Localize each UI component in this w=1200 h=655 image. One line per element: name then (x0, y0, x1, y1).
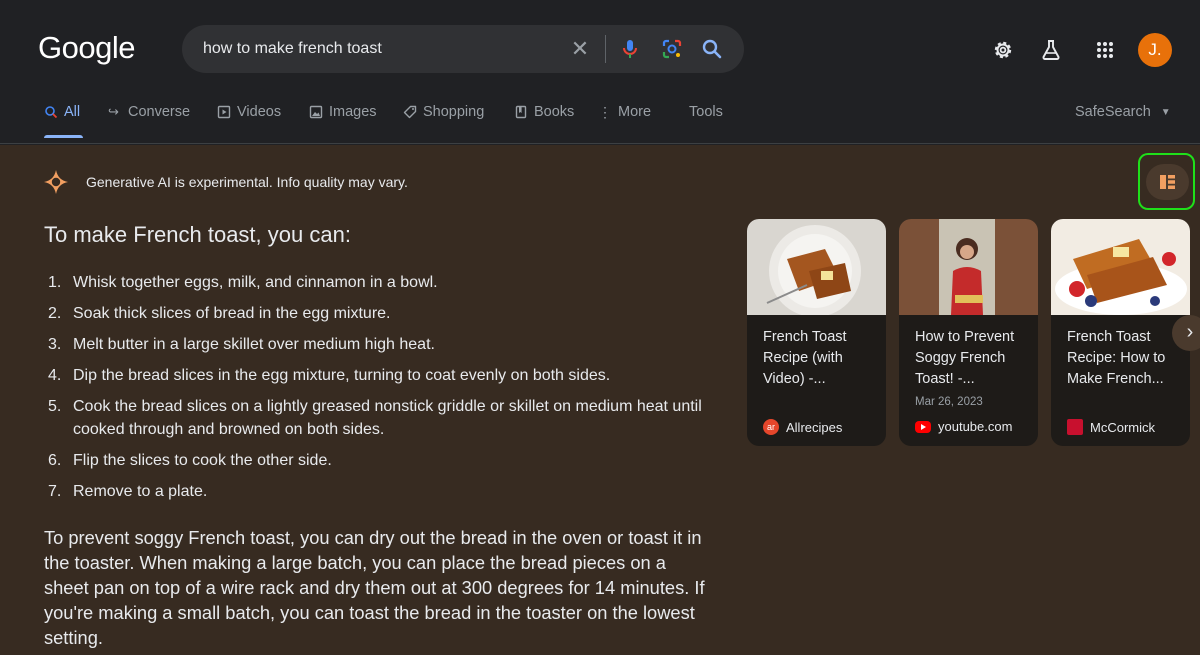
tab-label: Tools (689, 104, 723, 120)
source-card-mccormick[interactable]: French Toast Recipe: How to Make French.… (1051, 219, 1190, 446)
step-text: Remove to a plate. (73, 483, 208, 500)
step-text: Soak thick slices of bread in the egg mi… (73, 305, 391, 322)
account-avatar[interactable]: J. (1138, 33, 1172, 67)
step-text: Dip the bread slices in the egg mixture,… (73, 367, 611, 384)
ai-experimental-notice: Generative AI is experimental. Info qual… (86, 174, 408, 190)
french-toast-berries-image (1051, 219, 1190, 315)
tab-label: Converse (128, 104, 191, 120)
safesearch-label: SafeSearch (1075, 104, 1151, 120)
header: Google how to make french toast ✕ J. All… (0, 0, 1200, 144)
clear-icon[interactable]: ✕ (568, 37, 592, 61)
step-number: 1. (48, 274, 62, 291)
caret-down-icon: ▼ (1160, 106, 1171, 118)
search-tabs: All ↪ Converse Videos Images Shopping Bo… (0, 96, 1200, 144)
card-source-label: McCormick (1090, 419, 1155, 435)
tab-converse[interactable]: ↪ Converse (108, 104, 190, 120)
carousel-next-button[interactable]: › (1172, 315, 1200, 351)
source-card-allrecipes[interactable]: French Toast Recipe (with Video) -... ar… (747, 219, 886, 446)
steps-list: 1. Whisk together eggs, milk, and cinnamo… (44, 271, 709, 511)
source-card-youtube[interactable]: How to Prevent Soggy French Toast! -... … (899, 219, 1038, 446)
tab-videos[interactable]: Videos (217, 104, 281, 120)
converse-arrow-icon: ↪ (108, 104, 119, 119)
labs-flask-icon[interactable] (1039, 38, 1063, 62)
video-icon (217, 105, 231, 119)
search-input[interactable]: how to make french toast (203, 40, 382, 58)
youtube-logo-icon (915, 420, 931, 433)
list-item: 1. Whisk together eggs, milk, and cinnamo… (44, 271, 709, 294)
mccormick-logo-icon (1067, 419, 1083, 435)
tab-books[interactable]: Books (514, 104, 574, 120)
step-text: Whisk together eggs, milk, and cinnamon … (73, 274, 438, 291)
list-item: 7. Remove to a plate. (44, 480, 709, 503)
list-item: 5. Cook the bread slices on a lightly gre… (44, 395, 709, 441)
step-number: 2. (48, 305, 62, 322)
tab-label: Shopping (423, 104, 485, 120)
step-number: 5. (48, 398, 62, 415)
card-source-label: youtube.com (938, 419, 1013, 434)
card-title: How to Prevent Soggy French Toast! -... (915, 329, 1015, 387)
step-number: 7. (48, 483, 62, 500)
tab-images[interactable]: Images (309, 104, 377, 120)
card-date: Mar 26, 2023 (915, 396, 983, 408)
french-toast-plate-image (747, 219, 886, 315)
microphone-icon[interactable] (618, 37, 642, 61)
layout-columns-icon (1160, 175, 1175, 189)
tab-label: More (618, 104, 652, 120)
card-source-label: Allrecipes (786, 419, 843, 435)
list-item: 2. Soak thick slices of bread in the egg … (44, 302, 709, 325)
tab-label: All (64, 104, 81, 120)
search-icon (45, 106, 58, 119)
card-source: ar Allrecipes (763, 419, 842, 435)
list-item: 4. Dip the bread slices in the egg mixtur… (44, 364, 709, 387)
search-icon[interactable] (700, 37, 724, 61)
step-text: Melt butter in a large skillet over medi… (73, 336, 435, 353)
apps-grid-icon[interactable] (1093, 38, 1117, 62)
tab-label: Videos (237, 104, 282, 120)
list-item: 3. Melt butter in a large skillet over me… (44, 333, 709, 356)
ai-heading: To make French toast, you can: (44, 222, 351, 247)
ai-paragraph: To prevent soggy French toast, you can d… (44, 527, 705, 648)
image-icon (309, 105, 323, 119)
lens-camera-icon[interactable] (660, 37, 684, 61)
search-divider (605, 35, 606, 63)
ai-overview-panel: Generative AI is experimental. Info qual… (0, 145, 1200, 655)
search-box[interactable]: how to make french toast ✕ (182, 25, 744, 73)
video-thumbnail-image (899, 219, 1038, 315)
tab-more[interactable]: ⋮ More (598, 104, 651, 120)
tab-tools[interactable]: Tools (689, 104, 723, 120)
card-source: youtube.com (915, 419, 1012, 434)
allrecipes-logo-icon: ar (763, 419, 779, 435)
card-source: McCormick (1067, 419, 1155, 435)
card-title: French Toast Recipe (with Video) -... (763, 329, 847, 387)
layout-toggle-pill (1146, 164, 1189, 200)
more-vert-icon: ⋮ (598, 104, 612, 120)
tab-label: Images (329, 104, 377, 120)
tab-all[interactable]: All (44, 104, 80, 120)
safesearch-dropdown[interactable]: SafeSearch ▼ (1075, 104, 1171, 120)
settings-gear-icon[interactable] (991, 38, 1015, 62)
book-icon (515, 105, 527, 119)
step-number: 6. (48, 452, 62, 469)
layout-toggle-button[interactable] (1138, 153, 1195, 210)
ai-sparkle-icon (44, 170, 68, 194)
tag-icon (403, 105, 417, 119)
list-item: 6. Flip the slices to cook the other side… (44, 449, 709, 472)
card-title: French Toast Recipe: How to Make French.… (1067, 329, 1166, 387)
active-tab-indicator (44, 135, 83, 138)
chevron-right-icon: › (1186, 321, 1194, 343)
tab-shopping[interactable]: Shopping (403, 104, 484, 120)
step-number: 3. (48, 336, 62, 353)
google-logo[interactable]: Google (38, 30, 135, 66)
step-text: Cook the bread slices on a lightly greas… (73, 398, 702, 438)
step-number: 4. (48, 367, 62, 384)
tab-label: Books (534, 104, 575, 120)
step-text: Flip the slices to cook the other side. (73, 452, 332, 469)
